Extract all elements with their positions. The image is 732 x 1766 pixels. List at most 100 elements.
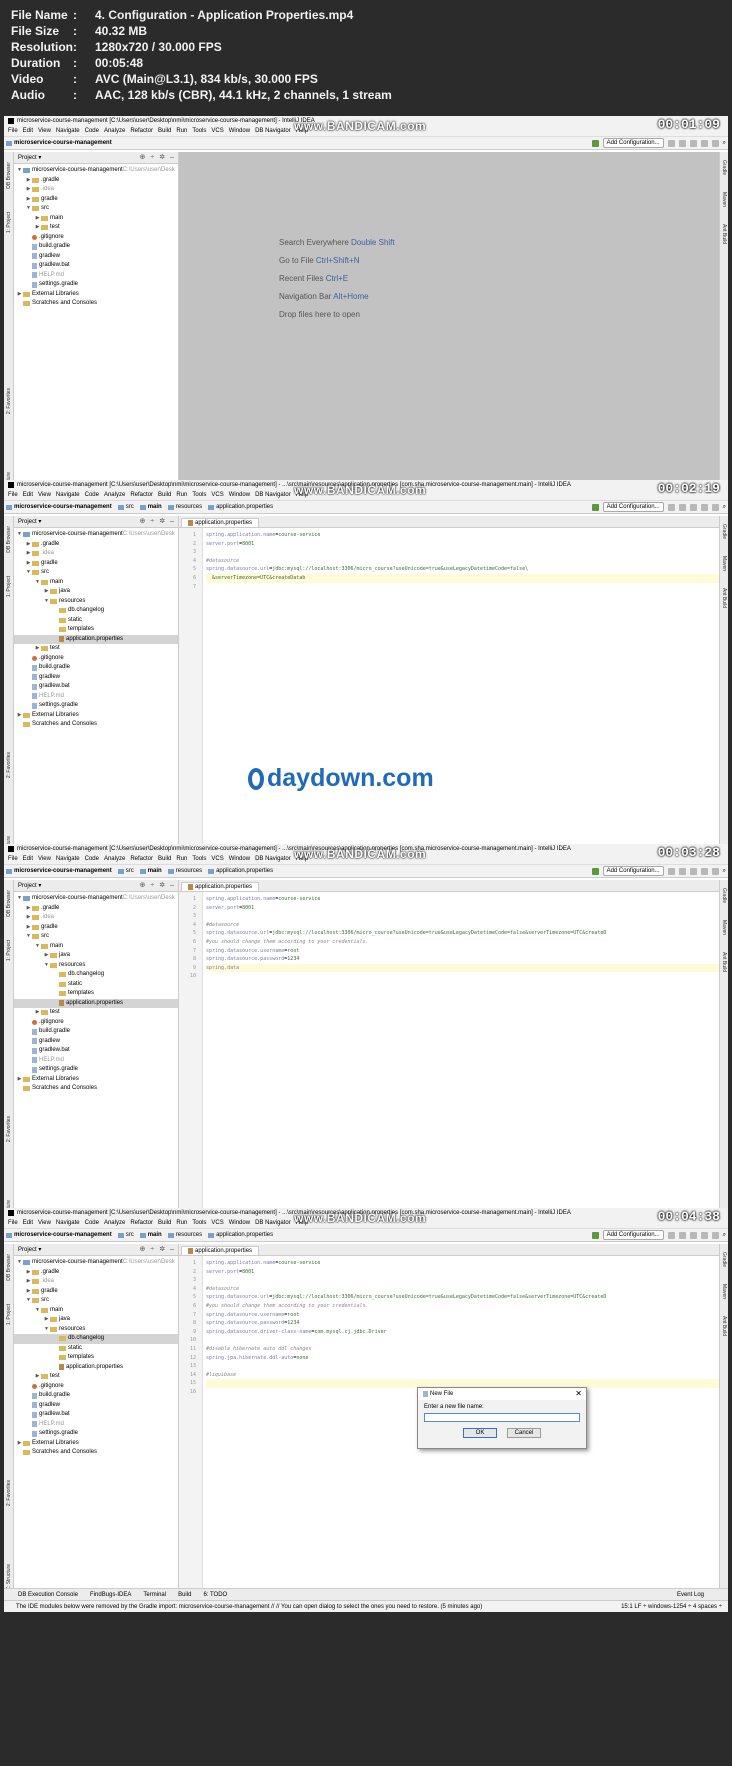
menu-item-window[interactable]: Window bbox=[229, 126, 250, 136]
tree-item[interactable]: ▼ main bbox=[14, 1306, 178, 1316]
tree-item[interactable]: settings.gradle bbox=[14, 701, 178, 711]
breadcrumb-item[interactable]: resources bbox=[167, 1232, 202, 1238]
tree-item[interactable]: db.changelog bbox=[14, 970, 178, 980]
tree-item[interactable]: ▼ main bbox=[14, 578, 178, 588]
hide-icon[interactable]: – bbox=[170, 1244, 174, 1256]
breadcrumb-item[interactable]: microservice-course-management bbox=[6, 140, 112, 146]
left-tool-1[interactable]: 1: Project bbox=[6, 212, 12, 233]
menu-item-analyze[interactable]: Analyze bbox=[104, 126, 125, 136]
stop-icon[interactable] bbox=[711, 503, 719, 511]
build-hammer-icon[interactable] bbox=[591, 503, 599, 511]
expand-arrow-icon[interactable]: ▶ bbox=[34, 1008, 41, 1018]
tree-item[interactable]: ▼ resources bbox=[14, 961, 178, 971]
add-configuration-button[interactable]: Add Configuration... bbox=[602, 502, 664, 512]
tree-item[interactable]: templates bbox=[14, 1353, 178, 1363]
menu-item-db-navigator[interactable]: DB Navigator bbox=[255, 490, 291, 500]
expand-arrow-icon[interactable]: ▼ bbox=[16, 894, 23, 904]
menu-item-refactor[interactable]: Refactor bbox=[130, 490, 153, 500]
collapse-icon[interactable]: ÷ bbox=[150, 152, 154, 164]
right-tool-2[interactable]: Ant Build bbox=[721, 1316, 727, 1336]
search-icon[interactable]: ⌕ bbox=[723, 868, 726, 875]
breadcrumb-item[interactable]: main bbox=[139, 504, 162, 510]
breadcrumb-item[interactable]: application.properties bbox=[208, 504, 273, 510]
expand-arrow-icon[interactable]: ▶ bbox=[25, 559, 32, 569]
expand-arrow-icon[interactable]: ▶ bbox=[16, 711, 23, 721]
locate-icon[interactable]: ⊕ bbox=[140, 152, 146, 164]
file-name-input[interactable] bbox=[424, 1413, 580, 1422]
tree-item[interactable]: build.gradle bbox=[14, 1027, 178, 1037]
hide-icon[interactable]: – bbox=[170, 516, 174, 528]
tree-item[interactable]: ▼ src bbox=[14, 932, 178, 942]
bottom-tool-button[interactable]: Terminal bbox=[143, 1592, 166, 1598]
project-title[interactable]: Project ▾ bbox=[18, 516, 41, 528]
tree-item[interactable]: ▶ External Libraries bbox=[14, 290, 178, 300]
menu-item-vcs[interactable]: VCS bbox=[211, 126, 223, 136]
menu-item-view[interactable]: View bbox=[38, 854, 51, 864]
menu-item-refactor[interactable]: Refactor bbox=[130, 1218, 153, 1228]
expand-arrow-icon[interactable]: ▶ bbox=[25, 1287, 32, 1297]
coverage-icon[interactable] bbox=[689, 139, 697, 147]
expand-arrow-icon[interactable]: ▼ bbox=[43, 597, 50, 607]
right-tool-1[interactable]: Maven bbox=[721, 192, 727, 207]
add-configuration-button[interactable]: Add Configuration... bbox=[602, 138, 664, 148]
right-tool-1[interactable]: Maven bbox=[721, 1284, 727, 1299]
tree-item[interactable]: ▼ src bbox=[14, 1296, 178, 1306]
left-tool-2[interactable]: 2: Favorites bbox=[6, 388, 12, 414]
bottom-tool-button[interactable]: DB Execution Console bbox=[18, 1592, 78, 1598]
tree-item[interactable]: ▼ src bbox=[14, 204, 178, 214]
menu-item-file[interactable]: File bbox=[8, 854, 18, 864]
expand-arrow-icon[interactable]: ▶ bbox=[25, 176, 32, 186]
hide-icon[interactable]: – bbox=[170, 152, 174, 164]
expand-arrow-icon[interactable]: ▶ bbox=[25, 1277, 32, 1287]
stop-icon[interactable] bbox=[711, 867, 719, 875]
menu-item-refactor[interactable]: Refactor bbox=[130, 854, 153, 864]
menu-item-code[interactable]: Code bbox=[85, 126, 99, 136]
coverage-icon[interactable] bbox=[689, 867, 697, 875]
tree-item[interactable]: application.properties bbox=[14, 998, 178, 1008]
bottom-tool-button[interactable]: Build bbox=[178, 1592, 191, 1598]
expand-arrow-icon[interactable]: ▼ bbox=[25, 568, 32, 578]
menu-item-window[interactable]: Window bbox=[229, 1218, 250, 1228]
editor-tab[interactable]: application.properties bbox=[181, 882, 260, 891]
expand-arrow-icon[interactable]: ▶ bbox=[34, 644, 41, 654]
right-tool-1[interactable]: Maven bbox=[721, 556, 727, 571]
gear-icon[interactable]: ✲ bbox=[159, 516, 165, 528]
expand-arrow-icon[interactable]: ▶ bbox=[34, 214, 41, 224]
expand-arrow-icon[interactable]: ▶ bbox=[43, 1315, 50, 1325]
menu-item-analyze[interactable]: Analyze bbox=[104, 1218, 125, 1228]
add-configuration-button[interactable]: Add Configuration... bbox=[602, 1230, 664, 1240]
breadcrumb-item[interactable]: application.properties bbox=[208, 868, 273, 874]
tree-item[interactable]: application.properties bbox=[14, 1363, 178, 1373]
menu-item-vcs[interactable]: VCS bbox=[211, 490, 223, 500]
menu-item-run[interactable]: Run bbox=[176, 126, 187, 136]
expand-arrow-icon[interactable]: ▶ bbox=[25, 185, 32, 195]
menu-item-tools[interactable]: Tools bbox=[192, 126, 206, 136]
tree-item[interactable]: ▼ resources bbox=[14, 597, 178, 607]
menu-item-db-navigator[interactable]: DB Navigator bbox=[255, 854, 291, 864]
menu-item-view[interactable]: View bbox=[38, 126, 51, 136]
code-lines[interactable]: spring.application.name=course-service se… bbox=[203, 528, 719, 860]
run-icon[interactable] bbox=[667, 867, 675, 875]
expand-arrow-icon[interactable]: ▼ bbox=[16, 1258, 23, 1268]
menu-item-db-navigator[interactable]: DB Navigator bbox=[255, 126, 291, 136]
editor-tab[interactable]: application.properties bbox=[181, 1246, 260, 1255]
menu-item-navigate[interactable]: Navigate bbox=[56, 490, 80, 500]
right-tool-0[interactable]: Gradle bbox=[721, 160, 727, 175]
menu-item-analyze[interactable]: Analyze bbox=[104, 854, 125, 864]
menu-item-vcs[interactable]: VCS bbox=[211, 854, 223, 864]
expand-arrow-icon[interactable]: ▶ bbox=[25, 913, 32, 923]
locate-icon[interactable]: ⊕ bbox=[140, 516, 146, 528]
tree-item[interactable]: ▶ test bbox=[14, 644, 178, 654]
tree-item[interactable]: ▶ java bbox=[14, 1315, 178, 1325]
tree-item[interactable]: ▼ resources bbox=[14, 1325, 178, 1335]
tree-item[interactable]: ▶ java bbox=[14, 951, 178, 961]
right-tool-2[interactable]: Ant Build bbox=[721, 224, 727, 244]
menu-item-edit[interactable]: Edit bbox=[23, 1218, 33, 1228]
tree-item[interactable]: templates bbox=[14, 989, 178, 999]
tree-item[interactable]: Scratches and Consoles bbox=[14, 1084, 178, 1094]
expand-arrow-icon[interactable]: ▶ bbox=[16, 1439, 23, 1449]
left-tool-3[interactable]: Z: Structure bbox=[6, 1564, 12, 1590]
tree-item[interactable]: HELP.md bbox=[14, 1420, 178, 1430]
menu-item-edit[interactable]: Edit bbox=[23, 490, 33, 500]
tree-item[interactable]: settings.gradle bbox=[14, 280, 178, 290]
